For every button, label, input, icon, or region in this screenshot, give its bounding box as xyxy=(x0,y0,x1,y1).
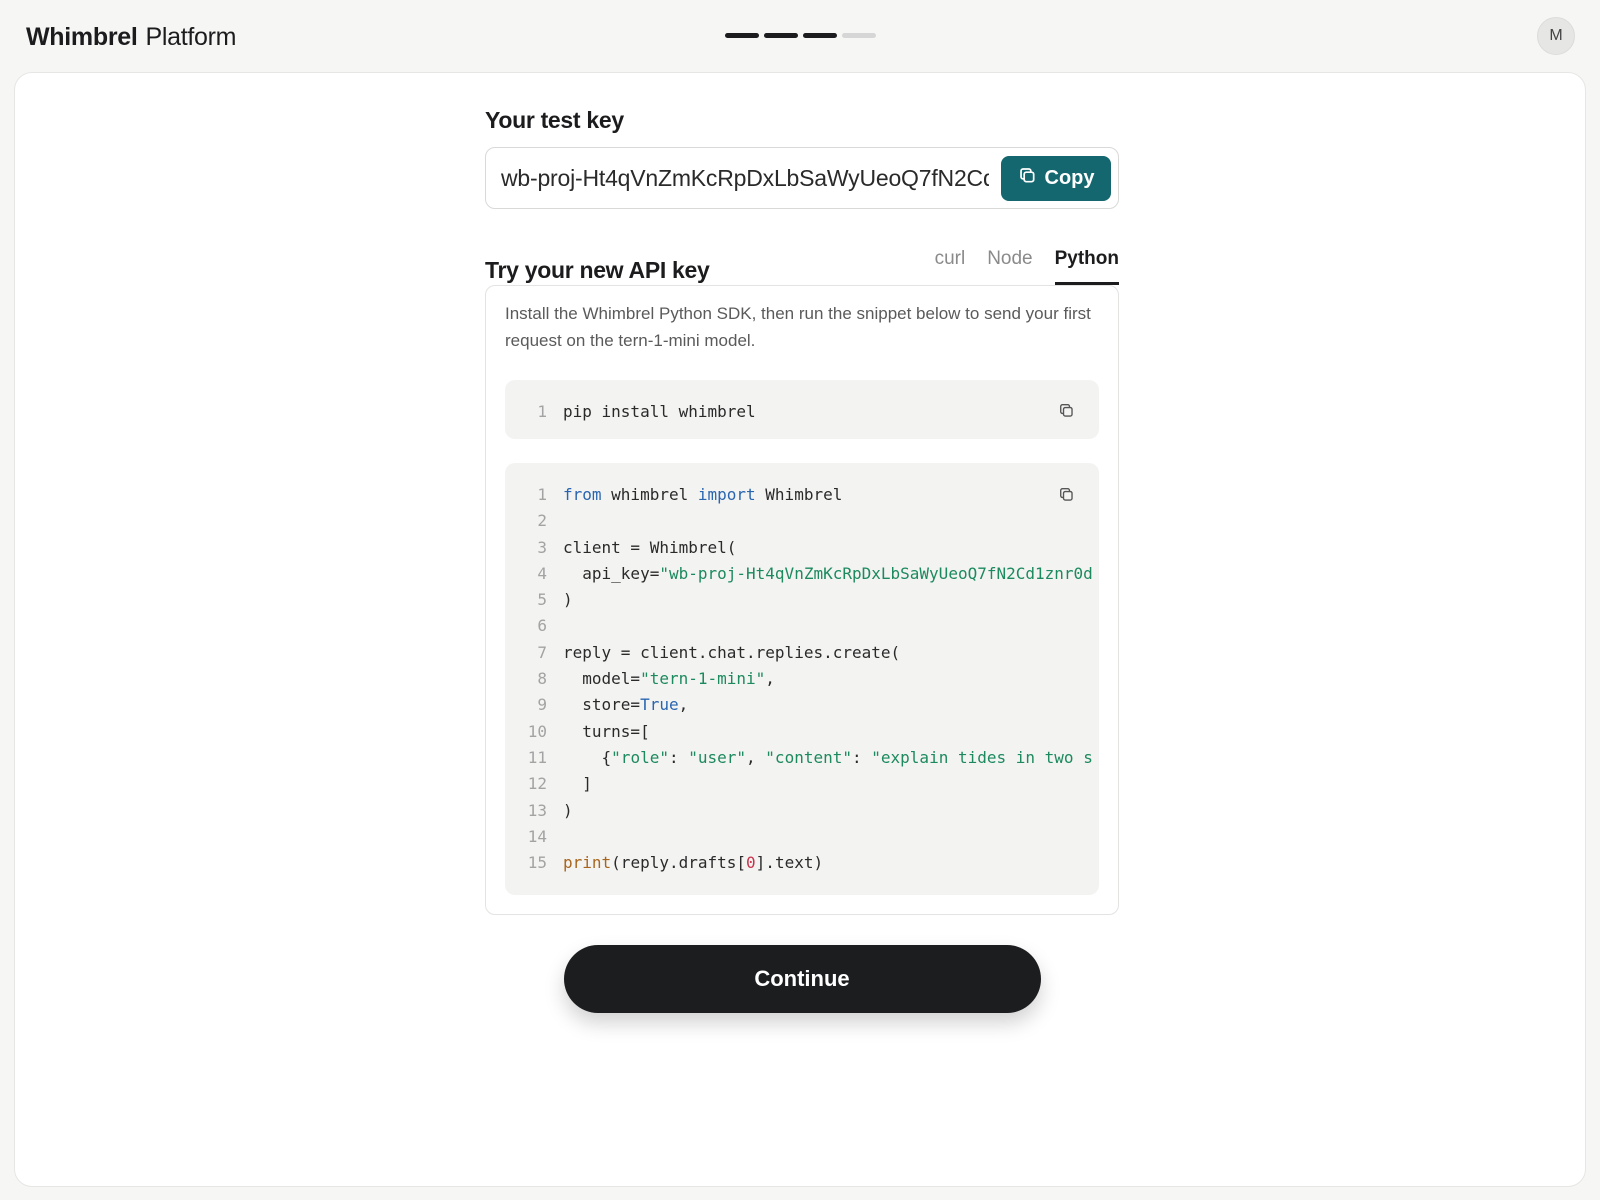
panel-description: Install the Whimbrel Python SDK, then ru… xyxy=(505,304,1091,350)
try-key-title: Try your new API key xyxy=(485,257,710,283)
tab-node[interactable]: Node xyxy=(987,248,1032,285)
install-code-block: 1 pip install whimbrel xyxy=(505,380,1099,439)
main-card: Your test key Copy Try your new API key … xyxy=(14,72,1586,1187)
line-number: 15 xyxy=(527,853,547,873)
code-text: ] xyxy=(563,774,592,794)
python-snippet-block: 1 from whimbrel import Whimbrel 2 3 client =… xyxy=(505,463,1099,896)
top-bar: Whimbrel Platform M xyxy=(0,0,1600,72)
code-text: from whimbrel import Whimbrel xyxy=(563,485,843,504)
code-line: 15 print(reply.drafts[0].text) xyxy=(505,850,1099,876)
copy-icon xyxy=(1059,403,1073,417)
test-key-title: Your test key xyxy=(485,107,624,133)
code-line: 13) xyxy=(505,798,1099,824)
progress-stepper xyxy=(725,33,876,38)
step-2 xyxy=(764,33,798,38)
tab-curl[interactable]: curl xyxy=(935,248,966,285)
brand-logo[interactable]: Whimbrel Platform xyxy=(26,20,236,54)
copy-key-button[interactable]: Copy xyxy=(1001,155,1111,201)
code-text: pip install whimbrel xyxy=(563,402,756,421)
step-1 xyxy=(725,33,759,38)
line-number: 13 xyxy=(527,800,547,820)
line-number: 14 xyxy=(527,826,547,846)
code-text: {"role": "user", "content": "explain tid… xyxy=(563,747,1093,767)
try-header: Try your new API key curl Node Python xyxy=(485,248,1119,285)
code-line: 12 ] xyxy=(505,771,1099,797)
code-text: reply = client.chat.replies.create( xyxy=(563,642,901,662)
code-text: ) xyxy=(563,800,573,820)
language-tabs: curl Node Python xyxy=(935,248,1119,285)
brand-name: Whimbrel xyxy=(26,23,138,51)
onboarding-content: Your test key Copy Try your new API key … xyxy=(485,105,1119,1014)
line-number: 3 xyxy=(537,537,547,557)
brand-product: Platform xyxy=(145,23,237,51)
code-text: print(reply.drafts[0].text) xyxy=(563,853,824,873)
step-4 xyxy=(842,33,876,38)
tab-python[interactable]: Python xyxy=(1054,248,1119,285)
code-line: 10 turns=[ xyxy=(505,719,1099,745)
code-line: 5) xyxy=(505,587,1099,613)
code-text: store=True, xyxy=(563,695,689,715)
code-text: ) xyxy=(563,590,573,610)
code-line: 7 reply = client.chat.replies.create( xyxy=(505,640,1099,666)
step-3 xyxy=(803,33,837,38)
code-line: 9 store=True, xyxy=(505,692,1099,718)
code-line: 6 xyxy=(505,613,1099,639)
code-text: api_key="wb-proj-Ht4qVnZmKcRpDxLbSaWyUeo… xyxy=(563,563,1093,583)
continue-wrap: Continue xyxy=(485,945,1119,1014)
line-number: 5 xyxy=(537,590,547,610)
line-number: 4 xyxy=(537,563,547,583)
code-text: turns=[ xyxy=(563,721,650,741)
line-number: 11 xyxy=(527,747,547,767)
copy-install-button[interactable] xyxy=(1055,399,1077,421)
code-line: 4 api_key="wb-proj-Ht4qVnZmKcRpDxLbSaWyU… xyxy=(505,561,1099,587)
code-line: 3 client = Whimbrel( xyxy=(505,535,1099,561)
copy-icon xyxy=(1059,487,1073,501)
code-line: 11 {"role": "user", "content": "explain … xyxy=(505,745,1099,771)
line-number: 8 xyxy=(537,669,547,689)
code-line: 1 from whimbrel import Whimbrel xyxy=(505,482,1099,508)
continue-button[interactable]: Continue xyxy=(563,945,1041,1014)
test-key-field[interactable] xyxy=(501,164,989,192)
copy-icon xyxy=(1018,166,1037,191)
copy-key-label: Copy xyxy=(1044,166,1095,189)
code-line: 2 xyxy=(505,508,1099,534)
line-number: 1 xyxy=(537,485,547,504)
code-line: 1 pip install whimbrel xyxy=(505,399,1099,425)
line-number: 12 xyxy=(527,774,547,794)
snippet-lines: 1 from whimbrel import Whimbrel 2 3 client =… xyxy=(505,482,1099,876)
line-number: 7 xyxy=(537,642,547,662)
code-text: model="tern-1-mini", xyxy=(563,669,775,689)
copy-snippet-button[interactable] xyxy=(1055,483,1077,505)
line-number: 10 xyxy=(527,721,547,741)
line-number: 9 xyxy=(537,695,547,715)
code-text: client = Whimbrel( xyxy=(563,537,737,557)
code-line: 8 model="tern-1-mini", xyxy=(505,666,1099,692)
code-panel: Install the Whimbrel Python SDK, then ru… xyxy=(485,285,1119,916)
line-number: 6 xyxy=(537,616,547,636)
line-number: 2 xyxy=(537,511,547,531)
line-number: 1 xyxy=(537,402,547,421)
user-avatar[interactable]: M xyxy=(1537,17,1575,55)
code-line: 14 xyxy=(505,824,1099,850)
test-key-box: Copy xyxy=(485,147,1119,209)
